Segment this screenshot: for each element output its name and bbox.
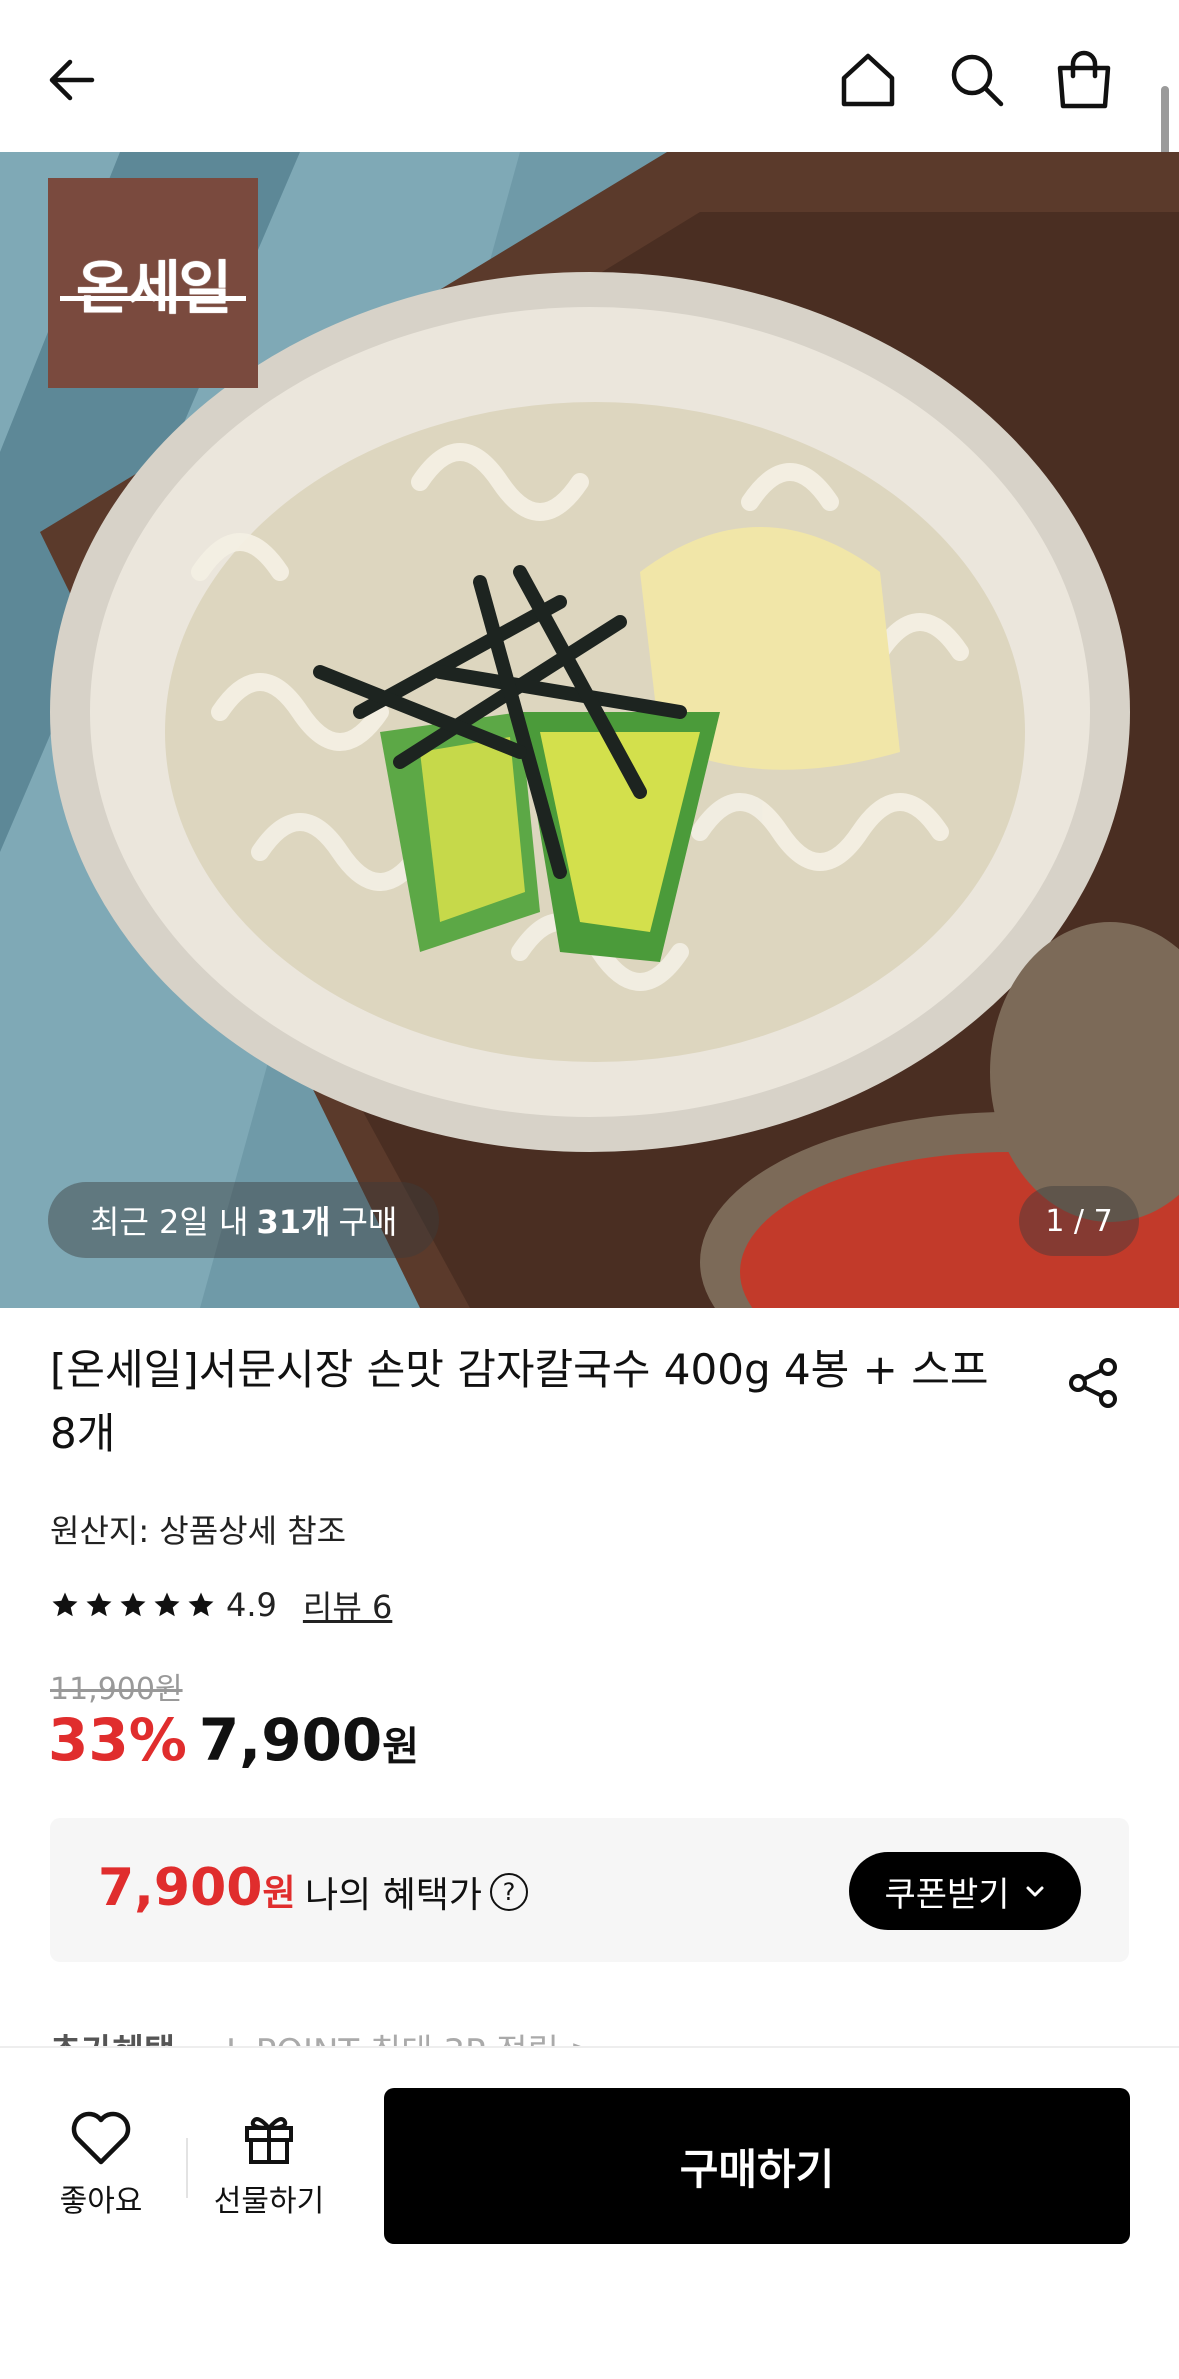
benefit-label: 나의 혜택가 ?: [305, 1866, 529, 1918]
benefit-price: 7,900 원: [98, 1858, 296, 1918]
recent-purchase-badge: 최근 2일 내 31개 구매: [48, 1182, 440, 1258]
star-icon: [120, 1592, 146, 1617]
sale-price-unit: 원: [382, 1724, 420, 1770]
top-navigation-bar: [0, 0, 1179, 152]
like-label: 좋아요: [59, 2184, 143, 2219]
rating-row: 4.9 리뷰 6: [50, 1582, 392, 1628]
divider: [186, 2138, 188, 2198]
discount-rate: 33%: [48, 1706, 187, 1774]
benefit-label-text: 나의 혜택가: [305, 1875, 483, 1916]
shopping-bag-icon: [1057, 50, 1111, 109]
recent-purchase-count: 31개: [256, 1203, 331, 1241]
home-button[interactable]: [828, 40, 908, 120]
coupon-button-label: 쿠폰받기: [884, 1874, 1010, 1915]
review-link[interactable]: 리뷰 6: [303, 1582, 392, 1628]
arrow-left-icon: [49, 59, 95, 101]
help-icon[interactable]: ?: [490, 1873, 529, 1911]
additional-benefit-text: L.POINT 최대 3P 적립 >: [226, 2032, 598, 2046]
get-coupon-button[interactable]: 쿠폰받기: [849, 1852, 1081, 1930]
star-icon: [188, 1592, 214, 1617]
product-title: [온세일]서문시장 손맛 감자칼국수 400g 4봉 + 스프 8개: [50, 1345, 989, 1458]
share-button[interactable]: [1059, 1348, 1129, 1418]
cart-button[interactable]: [1044, 40, 1124, 120]
home-icon: [841, 53, 895, 107]
product-image-carousel[interactable]: 온세일 최근 2일 내 31개 구매 1 / 7: [0, 152, 1179, 1308]
bottom-action-bar: 좋아요 선물하기 구매하기: [0, 2046, 1179, 2379]
chevron-down-icon: [1026, 1886, 1044, 1897]
brand-logo: 온세일: [48, 178, 258, 388]
benefit-price-value: 7,900: [98, 1858, 263, 1918]
star-icon: [154, 1592, 180, 1617]
like-button[interactable]: 좋아요: [46, 2110, 156, 2240]
origin-info: 원산지: 상품상세 참조: [50, 1512, 347, 1550]
gift-button[interactable]: 선물하기: [206, 2110, 332, 2240]
rating-value: 4.9: [226, 1586, 277, 1624]
gift-label: 선물하기: [213, 2184, 325, 2219]
recent-purchase-prefix: 최근 2일 내: [90, 1203, 249, 1241]
star-icon: [86, 1592, 112, 1617]
recent-purchase-suffix: 구매: [338, 1203, 398, 1241]
buy-button[interactable]: 구매하기: [384, 2088, 1130, 2244]
search-button[interactable]: [937, 40, 1017, 120]
share-icon: [1069, 1358, 1117, 1408]
search-icon: [951, 54, 1004, 107]
star-rating: [50, 1590, 216, 1620]
original-price: 11,900원: [50, 1672, 183, 1707]
heart-icon: [71, 2111, 131, 2165]
benefit-price-unit: 원: [262, 1873, 296, 1914]
star-icon: [52, 1592, 78, 1617]
back-button[interactable]: [32, 40, 112, 120]
image-pager: 1 / 7: [1019, 1186, 1139, 1256]
sale-price: 7,900: [198, 1706, 383, 1774]
additional-benefit-row[interactable]: 추가혜택 L.POINT 최대 3P 적립 >: [50, 2024, 598, 2046]
benefit-price-box: 7,900 원 나의 혜택가 ? 쿠폰받기: [50, 1818, 1129, 1962]
price-row: 33% 7,900 원: [48, 1706, 419, 1774]
gift-icon: [245, 2117, 293, 2164]
additional-benefit-label: 추가혜택: [50, 2032, 175, 2046]
